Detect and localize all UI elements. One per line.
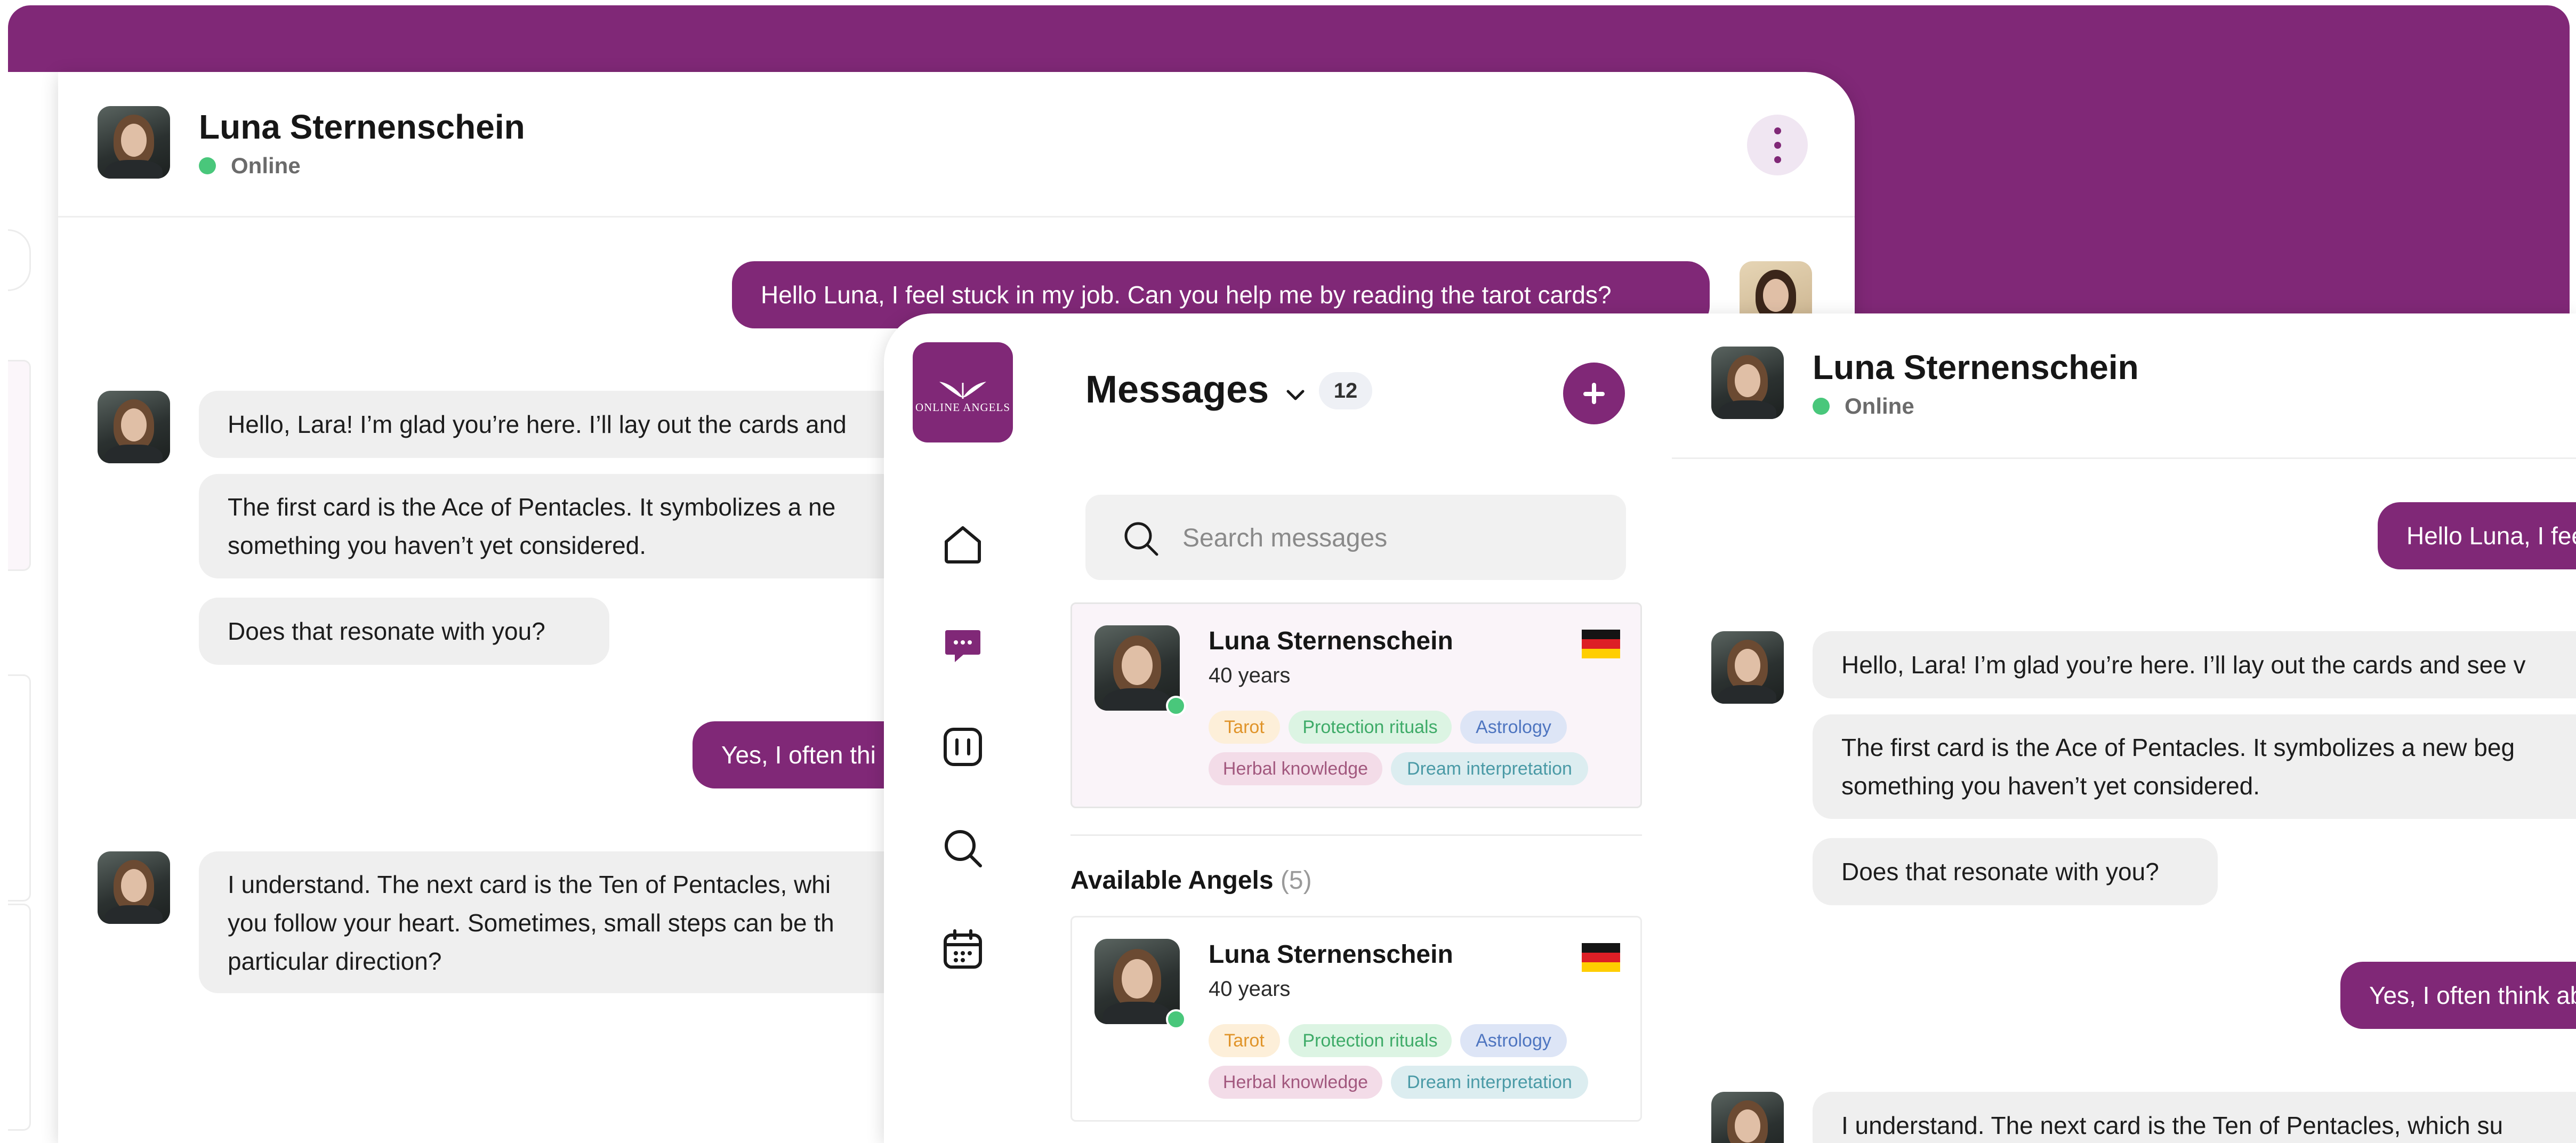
tag-astrology: Astrology <box>1460 1024 1567 1057</box>
contact-avatar <box>98 391 170 463</box>
home-icon[interactable] <box>940 521 986 567</box>
card-age: 40 years <box>1209 664 1291 687</box>
contact-avatar[interactable] <box>1711 347 1784 419</box>
contact-avatar <box>1711 1092 1784 1143</box>
section-count: (5) <box>1280 866 1312 895</box>
conversation-header: Luna Sternenschein Online <box>1672 313 2576 459</box>
tag-herbal-knowledge: Herbal knowledge <box>1209 1066 1382 1099</box>
chevron-down-icon[interactable] <box>1282 382 1309 409</box>
background-sidebar-edge <box>8 72 60 1138</box>
message-line: I understand. The next card is the Ten o… <box>228 871 831 898</box>
message-incoming: I understand. The next card is the Ten o… <box>199 851 945 993</box>
ghost-element <box>8 674 31 901</box>
contact-status: Online <box>1845 393 1914 418</box>
message-line: particular direction? <box>228 947 442 975</box>
search-bar[interactable] <box>1085 495 1626 581</box>
message-incoming: Does that resonate with you? <box>1813 838 2218 905</box>
angel-card[interactable]: Luna Sternenschein 40 years Tarot Protec… <box>1070 916 1642 1122</box>
calendar-icon[interactable] <box>940 927 986 972</box>
card-name: Luna Sternenschein <box>1209 940 1453 969</box>
search-input[interactable] <box>1181 495 1610 581</box>
cards-icon[interactable] <box>940 724 986 770</box>
messages-title[interactable]: Messages <box>1085 368 1269 412</box>
ghost-element <box>8 904 31 1131</box>
message-incoming: The first card is the Ace of Pentacles. … <box>1813 714 2576 819</box>
germany-flag-icon <box>1582 630 1620 658</box>
message-incoming: Hello, Lara! I’m glad you’re here. I’ll … <box>1813 631 2576 698</box>
section-title: Available Angels <box>1070 866 1274 895</box>
online-indicator <box>199 157 216 174</box>
new-message-button[interactable] <box>1563 363 1625 424</box>
message-outgoing: Hello Luna, I fee <box>2378 502 2576 569</box>
message-line: something you haven’t yet considered. <box>1841 772 2260 800</box>
contact-name: Luna Sternenschein <box>1813 348 2139 387</box>
card-age: 40 years <box>1209 977 1291 1001</box>
germany-flag-icon <box>1582 943 1620 972</box>
tag-dream-interpretation: Dream interpretation <box>1391 1066 1588 1099</box>
ghost-element <box>8 360 31 571</box>
conversation-card[interactable]: Luna Sternenschein 40 years Tarot Protec… <box>1070 602 1642 808</box>
contact-avatar <box>98 851 170 924</box>
message-outgoing: Yes, I often think ab <box>2340 962 2576 1029</box>
message-incoming: Hello, Lara! I’m glad you’re here. I’ll … <box>199 391 945 458</box>
card-avatar <box>1094 939 1180 1024</box>
message-line: you follow your heart. Sometimes, small … <box>228 909 834 937</box>
more-options-button[interactable] <box>1747 115 1808 175</box>
message-line: something you haven’t yet considered. <box>228 532 647 559</box>
angel-wings-icon <box>939 382 986 399</box>
unread-count-badge: 12 <box>1319 372 1372 409</box>
tag-astrology: Astrology <box>1460 711 1567 744</box>
message-incoming: Does that resonate with you? <box>199 598 609 665</box>
message-incoming: I understand. The next card is the Ten o… <box>1813 1092 2576 1143</box>
chat-header: Luna Sternenschein Online <box>58 72 1855 218</box>
conversation-pane: Luna Sternenschein Online Hello Luna, I … <box>1672 313 2576 1143</box>
tag-herbal-knowledge: Herbal knowledge <box>1209 752 1382 785</box>
card-name: Luna Sternenschein <box>1209 627 1453 655</box>
contact-name: Luna Sternenschein <box>199 108 525 146</box>
message-line: The first card is the Ace of Pentacles. … <box>1841 734 2515 761</box>
contact-avatar <box>1711 631 1784 704</box>
tag-protection-rituals: Protection rituals <box>1289 1024 1452 1057</box>
card-avatar <box>1094 625 1180 711</box>
ghost-element <box>8 229 31 291</box>
tag-tarot: Tarot <box>1209 711 1280 744</box>
messages-panel: Messages 12 Luna Sternenschein 40 years … <box>1042 313 1673 1143</box>
available-angels-heading: Available Angels (5) <box>1070 866 1312 895</box>
front-app-window: ONLINE ANGELS Messages 12 Search message… <box>884 313 2576 1143</box>
message-line: The first card is the Ace of Pentacles. … <box>228 493 836 521</box>
chat-icon[interactable] <box>940 623 986 669</box>
tag-tarot: Tarot <box>1209 1024 1280 1057</box>
online-indicator <box>1166 1009 1186 1029</box>
online-indicator <box>1813 398 1830 415</box>
message-incoming: The first card is the Ace of Pentacles. … <box>199 474 945 578</box>
online-indicator <box>1166 696 1186 716</box>
divider <box>1070 834 1642 836</box>
search-icon[interactable] <box>940 825 986 871</box>
logo-text: ONLINE ANGELS <box>915 401 1011 414</box>
tag-protection-rituals: Protection rituals <box>1289 711 1452 744</box>
contact-status: Online <box>231 153 301 178</box>
brand-logo[interactable]: ONLINE ANGELS <box>913 342 1013 442</box>
nav-rail: ONLINE ANGELS <box>884 313 1043 1143</box>
search-icon <box>1124 522 1158 556</box>
contact-avatar[interactable] <box>98 106 170 179</box>
tag-dream-interpretation: Dream interpretation <box>1391 752 1588 785</box>
